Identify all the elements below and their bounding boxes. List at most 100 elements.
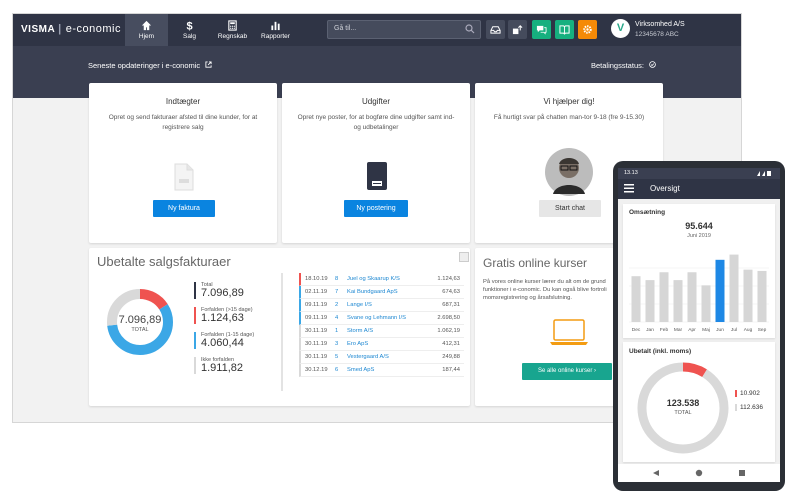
tasks-icon: [512, 25, 523, 35]
legend-not-due: Ikke forfalden 1.911,82: [194, 357, 243, 374]
start-chat-button[interactable]: Start chat: [539, 200, 601, 217]
visma-logo[interactable]: VISMA | e-conomic: [21, 23, 121, 35]
company-switcher[interactable]: V Virksomhed A/S 12345678 ABC: [611, 18, 741, 42]
invoice-row[interactable]: 30.12.19 6 Smed ApS 187,44: [299, 364, 464, 377]
invoice-row[interactable]: 02.11.19 7 Kai Bundgaard ApS 674,63: [299, 286, 464, 299]
see-all-courses-button[interactable]: Se alle online kurser ›: [522, 363, 612, 380]
bar-aug[interactable]: [743, 269, 753, 322]
expenses-title: Udgifter: [361, 97, 390, 106]
expenses-card: Udgifter Opret nye poster, for at bogfør…: [282, 83, 470, 243]
invoice-row[interactable]: 18.10.19 8 Juel og Skaarup K/S 1.124,63: [299, 273, 464, 286]
signal-battery-icon: [757, 171, 771, 176]
invoice-row[interactable]: 09.11.19 4 Svane og Lehmann I/S 2.698,50: [299, 312, 464, 325]
revenue-bar-chart: Dec Jan Feb Mar Apr Maj Jun Jul Aug Sep: [629, 254, 769, 333]
bar-jul[interactable]: [729, 254, 739, 322]
svg-text:$: $: [186, 21, 192, 31]
bar-apr[interactable]: [687, 272, 697, 322]
unpaid-incl-vat-card: Ubetalt (inkl. moms) 123.538 TOTAL 10.90…: [623, 342, 775, 462]
company-name: Virksomhed A/S: [635, 21, 685, 28]
chat-icon: [536, 25, 547, 35]
android-nav-bar: [618, 464, 780, 482]
divider: [281, 273, 283, 391]
income-card: Indtægter Opret og send fakturaer afsted…: [89, 83, 277, 243]
nav-reports[interactable]: Rapporter: [254, 14, 297, 46]
home-circle-icon[interactable]: [695, 469, 703, 477]
unpaid-legend: Total 7.096,89 Forfalden (>15 dage) 1.124,…: [194, 282, 274, 382]
unpaid-incl-vat-title: Ubetalt (inkl. moms): [629, 348, 692, 355]
tick-label: Apr: [688, 327, 696, 333]
chat-button[interactable]: [532, 20, 551, 39]
tick-label: Feb: [660, 327, 669, 333]
phone-status-bar: 13.13: [618, 168, 780, 179]
bar-dec[interactable]: [631, 276, 641, 322]
external-link-icon: [205, 61, 212, 68]
bar-mar[interactable]: [673, 280, 683, 322]
phone-legend-overdue: 10.902: [735, 390, 760, 397]
invoice-row[interactable]: 09.11.19 2 Lange I/S 687,31: [299, 299, 464, 312]
home-icon: [141, 20, 152, 31]
phone-donut-value: 123.538: [666, 398, 700, 408]
book-icon: [559, 25, 570, 35]
laptop-icon: [550, 319, 588, 345]
payment-status[interactable]: Betalingsstatus:: [591, 61, 656, 70]
settings-button[interactable]: [578, 20, 597, 39]
help-description: Få hurtigt svar på chatten man-tor 9-18 …: [493, 114, 645, 121]
expenses-description: Opret nye poster, for at bogføre dine ud…: [297, 114, 455, 131]
support-agent-avatar: [545, 148, 593, 196]
invoice-row[interactable]: 30.11.19 5 Vestergaard A/S 249,88: [299, 351, 464, 364]
nav-accounting[interactable]: Regnskab: [211, 14, 254, 46]
courses-title: Gratis online kurser: [483, 256, 588, 270]
help-title: Vi hjælper dig!: [543, 97, 595, 106]
donut-total-label: TOTAL: [131, 327, 149, 333]
dollar-icon: $: [186, 21, 192, 31]
courses-description: På vores online kurser lærer du alt om d…: [483, 279, 607, 301]
bar-maj[interactable]: [701, 285, 711, 322]
phone-donut-segment-other: [637, 362, 729, 454]
search-input[interactable]: Gå til...: [327, 20, 481, 39]
mobile-phone-frame: 13.13 Oversigt Omsætning 95.644 Juni 201…: [613, 161, 785, 491]
income-description: Opret og send fakturaer afsted til dine …: [108, 114, 258, 131]
invoice-row[interactable]: 30.11.19 1 Storm A/S 1.062,19: [299, 325, 464, 338]
tick-label: Jun: [716, 327, 724, 333]
recents-icon[interactable]: [738, 469, 746, 477]
revenue-value: 95.644: [685, 221, 713, 231]
top-navigation-bar: VISMA | e-conomic Hjem $ Salg Regnskab Rap…: [13, 14, 741, 46]
invoice-row[interactable]: 30.11.19 3 Ero ApS 412,31: [299, 338, 464, 351]
revenue-card: Omsætning 95.644 Juni 2019 Dec Jan Feb Mar A…: [623, 204, 775, 338]
revenue-period: Juni 2019: [687, 233, 711, 239]
tick-label: Aug: [744, 327, 753, 333]
new-posting-button[interactable]: Ny postering: [344, 200, 408, 217]
bar-jun[interactable]: [715, 259, 725, 322]
legend-overdue-1-15: Forfalden (1-15 dage) 4.060,44: [194, 332, 254, 349]
company-number: 12345678 ABC: [635, 31, 679, 38]
latest-updates-link[interactable]: Seneste opdateringer i e-conomic: [88, 61, 212, 70]
bar-chart-icon: [271, 21, 280, 31]
bar-sep[interactable]: [757, 270, 767, 322]
help-book-button[interactable]: [555, 20, 574, 39]
phone-title: Oversigt: [650, 184, 680, 193]
main-nav: Hjem $ Salg Regnskab Rapporter: [125, 14, 297, 46]
hamburger-menu-icon[interactable]: [624, 184, 634, 193]
unpaid-invoices-title: Ubetalte salgsfakturaer: [97, 254, 231, 269]
nav-sales[interactable]: $ Salg: [168, 14, 211, 46]
legend-overdue-15: Forfalden (>15 dage) 1.124,63: [194, 307, 253, 324]
inbox-icon: [490, 26, 501, 34]
tasks-button[interactable]: [508, 20, 527, 39]
bar-jan[interactable]: [645, 280, 655, 322]
receipt-scanner-icon: [367, 162, 387, 190]
unpaid-invoice-list: 18.10.19 8 Juel og Skaarup K/S 1.124,63 02.…: [299, 273, 464, 377]
legend-total: Total 7.096,89: [194, 282, 244, 299]
inbox-button[interactable]: [486, 20, 505, 39]
new-invoice-button[interactable]: Ny faktura: [153, 200, 215, 217]
back-icon[interactable]: [652, 469, 660, 477]
income-title: Indtægter: [165, 97, 201, 106]
checkbox-icon[interactable]: [459, 252, 469, 262]
tick-label: Sep: [758, 327, 767, 333]
check-circle-icon: [649, 61, 656, 68]
phone-legend-other: 112.636: [735, 404, 763, 411]
gear-icon: [583, 25, 592, 34]
revenue-title: Omsætning: [629, 209, 666, 216]
bar-feb[interactable]: [659, 272, 669, 322]
tick-label: Jul: [731, 327, 737, 333]
nav-home[interactable]: Hjem: [125, 14, 168, 46]
